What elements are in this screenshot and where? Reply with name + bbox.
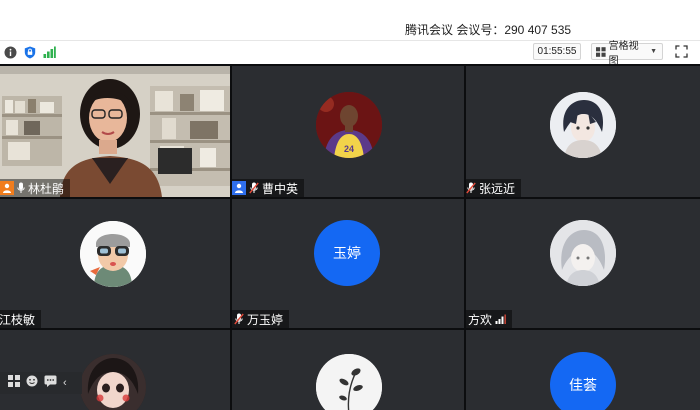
text-avatar: 佳荟 — [550, 352, 616, 410]
participant-name: 曹中英 — [262, 181, 299, 196]
svg-text:24: 24 — [344, 144, 354, 154]
mic-muted-icon — [249, 182, 259, 194]
video-grid: 林杜鹃 24 曹中英 张远近 江枝敏 玉婷 万玉婷 方欢 佳荟 ‹ — [0, 64, 700, 410]
chevron-left-icon[interactable]: ‹ — [63, 377, 67, 389]
participant-namebar: 曹中英 — [232, 179, 305, 197]
video-tile[interactable]: 24 曹中英 — [232, 66, 464, 197]
meeting-title: 腾讯会议 会议号：290 407 535 — [405, 23, 572, 37]
participant-namebar: 江枝敏 — [0, 310, 42, 328]
cohost-icon — [232, 181, 246, 195]
chevron-down-icon: ▼ — [650, 48, 657, 55]
view-mode-button[interactable]: 宫格视图 ▼ — [591, 41, 663, 67]
info-icon[interactable] — [3, 45, 17, 59]
apps-icon[interactable] — [8, 374, 20, 392]
host-icon — [0, 181, 14, 195]
video-tile[interactable] — [232, 330, 464, 410]
view-mode-label: 宫格视图 — [608, 40, 639, 67]
video-tile[interactable]: 张远近 — [466, 66, 700, 197]
basketball-player-photo: 24 — [316, 92, 382, 158]
participant-namebar: 林杜鹃 — [0, 179, 71, 197]
toolbar: 01:55:55 宫格视图 ▼ — [0, 40, 700, 67]
participant-namebar: 万玉婷 — [232, 310, 290, 328]
emoji-icon[interactable] — [26, 374, 38, 392]
mic-muted-icon — [234, 313, 244, 325]
plant-sketch — [316, 354, 382, 410]
shield-icon[interactable] — [23, 45, 37, 59]
participant-name: 万玉婷 — [247, 312, 284, 327]
microphone-icon — [17, 182, 25, 193]
cartoon-goggles-character — [80, 221, 146, 287]
participant-namebar: 方欢 — [466, 310, 513, 328]
girl-face-photo — [80, 354, 146, 410]
meeting-timer: 01:55:55 — [533, 43, 581, 60]
webcam-video — [0, 66, 230, 197]
anime-boy-portrait — [550, 92, 616, 158]
title-bar: 腾讯会议 会议号：290 407 535 — [0, 0, 700, 40]
video-tile[interactable]: 林杜鹃 — [0, 66, 230, 197]
participant-name: 江枝敏 — [0, 312, 36, 327]
fullscreen-icon[interactable] — [675, 45, 689, 59]
video-tile[interactable]: 玉婷 万玉婷 — [232, 199, 464, 328]
video-tile[interactable]: 江枝敏 — [0, 199, 230, 328]
signal-bars-icon — [495, 314, 506, 324]
text-avatar: 玉婷 — [314, 220, 380, 286]
mic-muted-icon — [466, 182, 476, 194]
chat-icon[interactable] — [44, 374, 57, 392]
signal-icon[interactable] — [42, 45, 56, 59]
participant-name: 张远近 — [479, 181, 516, 196]
participant-name: 林杜鹃 — [28, 181, 65, 196]
anime-girl-sketch — [550, 220, 616, 286]
participant-namebar: 张远近 — [466, 179, 522, 197]
grid-view-icon — [596, 46, 606, 57]
participant-name: 方欢 — [468, 312, 493, 327]
video-tile[interactable] — [0, 330, 230, 410]
floating-controls: ‹ — [0, 372, 82, 394]
video-tile[interactable]: 方欢 — [466, 199, 700, 328]
video-tile[interactable]: 佳荟 — [466, 330, 700, 410]
